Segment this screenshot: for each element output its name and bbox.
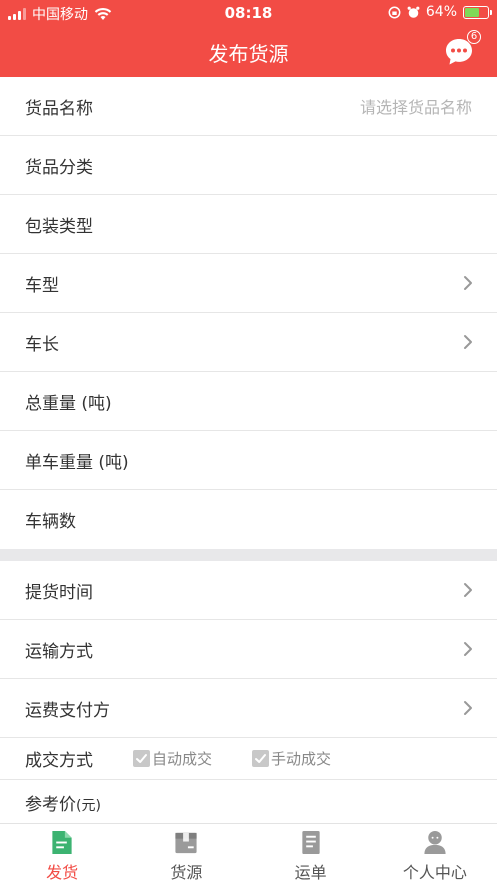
chevron-right-icon <box>464 642 472 656</box>
tab-waybill[interactable]: 运单 <box>249 824 373 883</box>
battery-percent: 64% <box>425 4 457 20</box>
vehicle-count-label: 车辆数 <box>25 512 76 532</box>
box-icon <box>175 832 197 854</box>
section-divider <box>0 549 497 561</box>
total-weight-label: 总重量 (吨) <box>25 393 112 414</box>
tab-profile[interactable]: 个人中心 <box>373 824 497 883</box>
page-title: 发布货源 <box>208 42 289 66</box>
tab-ship-label: 发货 <box>46 863 79 882</box>
freight-payer-label: 运费支付方 <box>25 700 110 721</box>
battery-fill <box>465 7 480 17</box>
tab-goods[interactable]: 货源 <box>124 824 248 883</box>
goods-name-row[interactable]: 货品名称 请选择货品名称 <box>0 77 497 136</box>
deal-method-label: 成交方式 <box>25 751 93 771</box>
battery-icon <box>463 5 492 19</box>
vehicle-count-row[interactable]: 车辆数 <box>0 490 497 549</box>
chevron-right-icon <box>464 701 472 715</box>
vehicle-type-row[interactable]: 车型 <box>0 254 497 313</box>
reference-price-unit: (元) <box>76 798 101 814</box>
pickup-time-row[interactable]: 提货时间 <box>0 561 497 620</box>
freight-payer-row[interactable]: 运费支付方 <box>0 679 497 738</box>
tab-ship[interactable]: 发货 <box>0 824 124 883</box>
auto-deal-label: 自动成交 <box>152 750 213 768</box>
checkbox-icon <box>252 750 270 767</box>
chevron-right-icon <box>464 276 472 290</box>
vehicle-length-row[interactable]: 车长 <box>0 313 497 372</box>
goods-name-placeholder: 请选择货品名称 <box>359 98 472 117</box>
goods-category-row[interactable]: 货品分类 <box>0 136 497 195</box>
reference-price-label-wrap: 参考价(元) <box>25 790 101 815</box>
vehicle-type-label: 车型 <box>25 275 59 296</box>
list-icon <box>301 830 320 855</box>
package-type-label: 包装类型 <box>25 216 93 237</box>
deal-method-row: 成交方式 自动成交 手动成交 <box>0 738 497 780</box>
alarm-icon <box>407 6 420 18</box>
reference-price-row[interactable]: 参考价(元) <box>0 780 497 826</box>
orientation-lock-icon <box>388 6 401 18</box>
vehicle-length-label: 车长 <box>25 334 59 355</box>
tab-profile-label: 个人中心 <box>402 863 467 882</box>
single-weight-row[interactable]: 单车重量 (吨) <box>0 431 497 490</box>
package-type-row[interactable]: 包装类型 <box>0 195 497 254</box>
pickup-time-label: 提货时间 <box>25 582 93 603</box>
goods-name-label: 货品名称 <box>25 98 93 119</box>
chevron-right-icon <box>464 583 472 597</box>
manual-deal-label: 手动成交 <box>271 750 332 768</box>
status-bar: 中国移动 08:18 64% <box>0 0 497 26</box>
transport-mode-label: 运输方式 <box>25 641 93 662</box>
tab-waybill-label: 运单 <box>294 863 327 882</box>
transport-mode-row[interactable]: 运输方式 <box>0 620 497 679</box>
reference-price-label: 参考价 <box>25 795 76 815</box>
status-right: 64% <box>388 4 492 20</box>
message-badge: 6 <box>467 30 481 44</box>
single-weight-label: 单车重量 (吨) <box>25 452 129 473</box>
goods-category-label: 货品分类 <box>25 157 93 178</box>
document-icon <box>52 830 72 855</box>
auto-deal-checkbox[interactable]: 自动成交 <box>133 748 212 769</box>
message-button[interactable]: 6 <box>443 30 481 68</box>
total-weight-row[interactable]: 总重量 (吨) <box>0 372 497 431</box>
chevron-right-icon <box>464 335 472 349</box>
nav-bar: 发布货源 6 <box>0 26 497 77</box>
form-list: 货品名称 请选择货品名称 货品分类 包装类型 车型 车长 总重量 (吨) 单车重… <box>0 77 497 826</box>
manual-deal-checkbox[interactable]: 手动成交 <box>252 748 331 769</box>
tab-goods-label: 货源 <box>170 863 203 882</box>
checkbox-icon <box>133 750 150 767</box>
user-icon <box>424 830 446 855</box>
tab-bar: 发货 货源 运单 个人中心 <box>0 823 497 883</box>
